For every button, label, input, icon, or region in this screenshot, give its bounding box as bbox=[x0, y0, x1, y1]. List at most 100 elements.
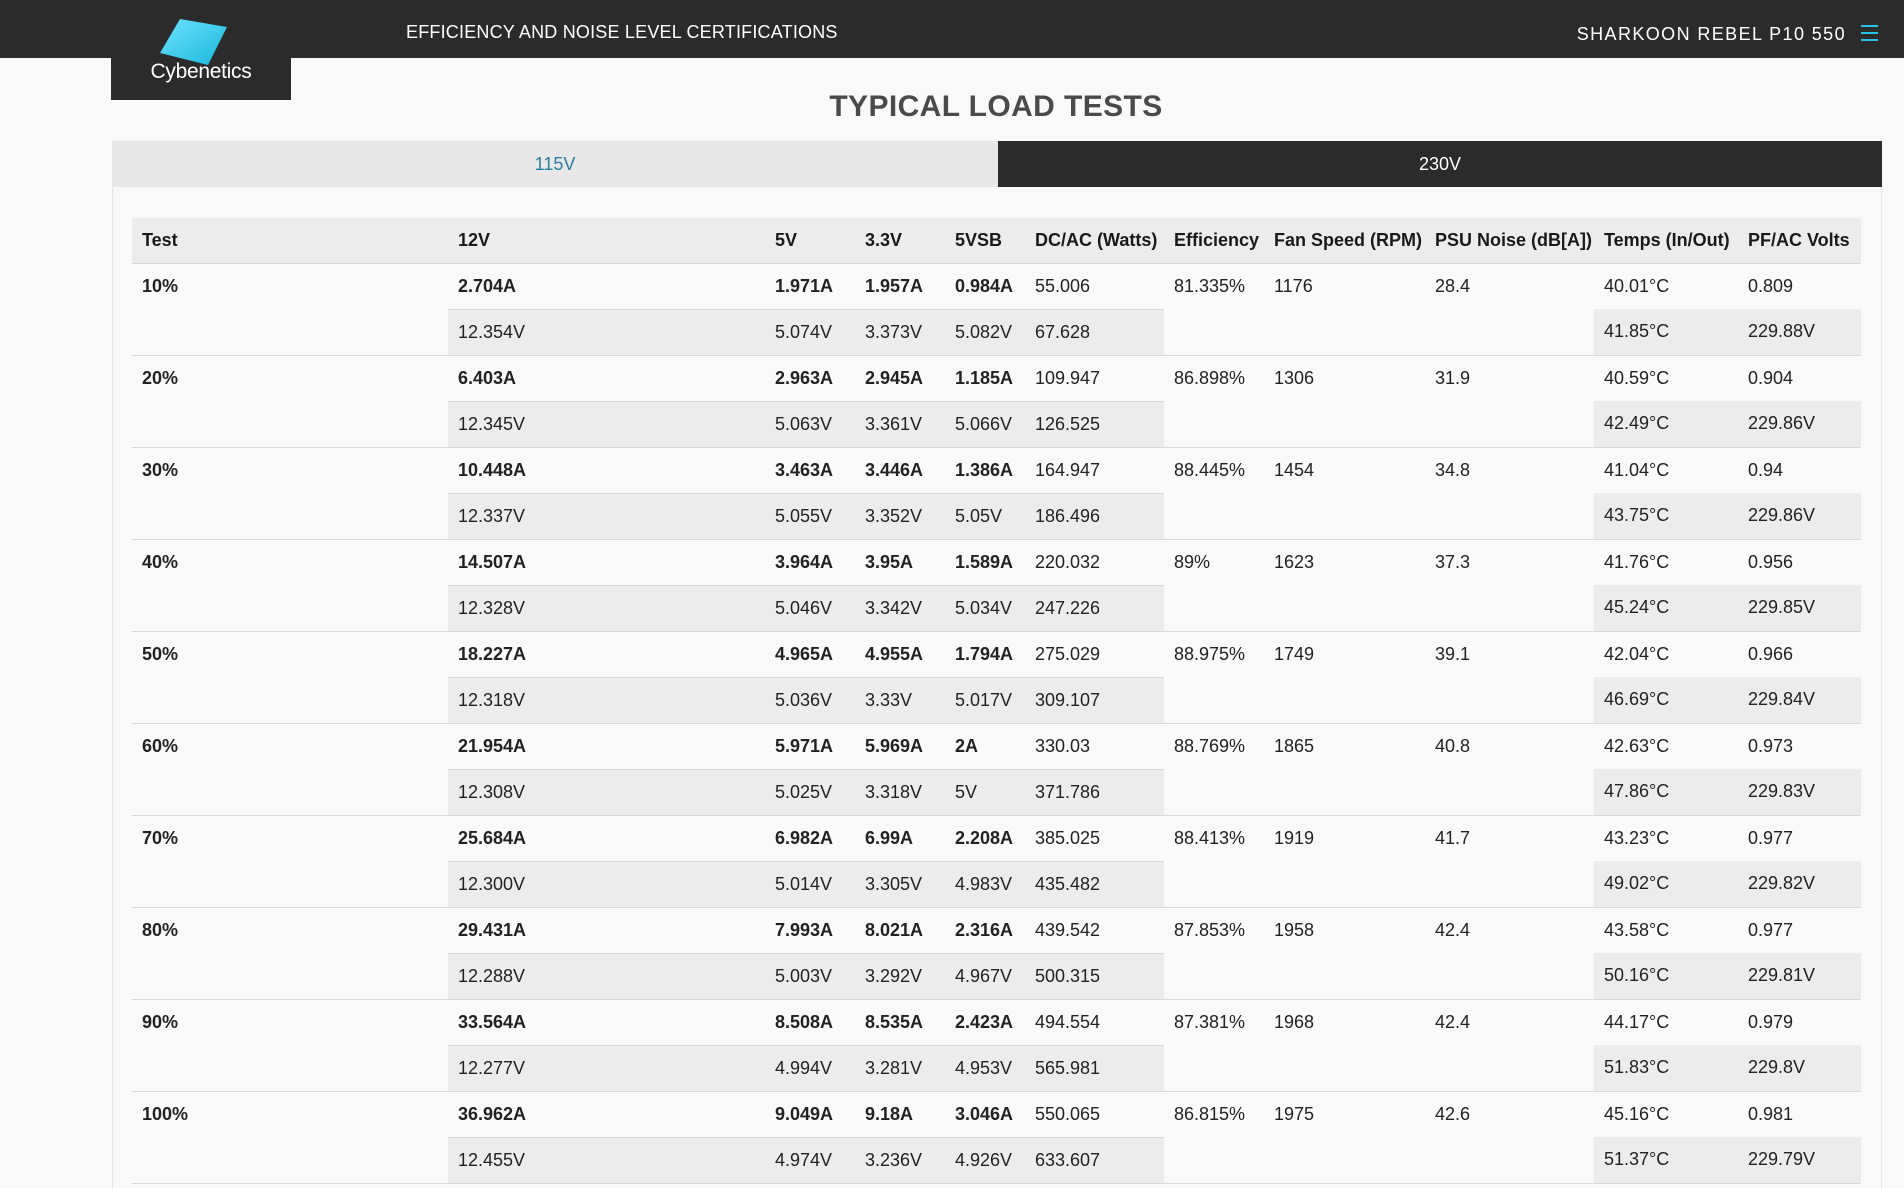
cell-dc-watts: 55.006 bbox=[1025, 262, 1164, 309]
cell-empty bbox=[1425, 769, 1594, 815]
logo-diamond-icon bbox=[160, 19, 227, 65]
cell-temp-out: 50.16°C bbox=[1594, 953, 1738, 999]
cell-5v-voltage: 5.046V bbox=[765, 584, 855, 631]
cell-empty bbox=[1425, 401, 1594, 447]
cell-empty bbox=[132, 953, 448, 999]
cell-12v-current: 33.564A bbox=[448, 998, 765, 1045]
cell-efficiency: 88.445% bbox=[1164, 446, 1264, 493]
cell-5vsb-current: 2.423A bbox=[945, 998, 1025, 1045]
cell-empty bbox=[1164, 1045, 1264, 1091]
cell-5v-voltage: 5.003V bbox=[765, 952, 855, 999]
column-header-3-3v: 3.3V bbox=[855, 218, 945, 264]
cell-empty bbox=[1164, 401, 1264, 447]
cell-temp-in: 41.76°C bbox=[1594, 538, 1738, 585]
cell-ac-watts: 67.628 bbox=[1025, 308, 1164, 355]
cell-dc-watts: 220.032 bbox=[1025, 538, 1164, 585]
cell-fan-speed: 1454 bbox=[1264, 446, 1425, 493]
cell-fan-speed: 1958 bbox=[1264, 906, 1425, 953]
table-row: 90% 33.564A 8.508A 8.535A 2.423A 494.554 87.38… bbox=[132, 998, 1861, 1045]
cell-empty bbox=[132, 493, 448, 539]
cell-efficiency: 86.898% bbox=[1164, 354, 1264, 401]
cell-ac-volts: 229.81V bbox=[1738, 953, 1861, 999]
cell-power-factor: 0.904 bbox=[1738, 354, 1861, 401]
cell-ac-watts: 247.226 bbox=[1025, 584, 1164, 631]
nav-title[interactable]: EFFICIENCY AND NOISE LEVEL CERTIFICATION… bbox=[406, 22, 838, 43]
cell-ac-volts: 229.83V bbox=[1738, 769, 1861, 815]
cell-power-factor: 0.809 bbox=[1738, 262, 1861, 309]
cell-fan-speed: 1306 bbox=[1264, 354, 1425, 401]
cell-fan-speed: 1749 bbox=[1264, 630, 1425, 677]
cell-5v-current: 3.463A bbox=[765, 446, 855, 493]
cell-efficiency: 89% bbox=[1164, 538, 1264, 585]
cell-psu-noise: 39.1 bbox=[1425, 630, 1594, 677]
hamburger-menu-icon[interactable] bbox=[1861, 25, 1878, 41]
cell-12v-current: 6.403A bbox=[448, 354, 765, 401]
cell-12v-current: 36.962A bbox=[448, 1090, 765, 1137]
cybenetics-logo[interactable]: Cybenetics bbox=[111, 0, 291, 100]
cell-5v-current: 8.508A bbox=[765, 998, 855, 1045]
cell-test-level: 100% bbox=[132, 1090, 448, 1137]
cell-5vsb-current: 1.185A bbox=[945, 354, 1025, 401]
cell-psu-noise: 41.7 bbox=[1425, 814, 1594, 861]
cell-fan-speed: 1623 bbox=[1264, 538, 1425, 585]
cell-3-3v-current: 4.955A bbox=[855, 630, 945, 677]
table-row-secondary: 12.328V 5.046V 3.342V 5.034V 247.226 45.24°C 2… bbox=[132, 584, 1861, 631]
table-row: 10% 2.704A 1.971A 1.957A 0.984A 55.006 81.335%… bbox=[132, 262, 1861, 309]
cell-ac-volts: 229.84V bbox=[1738, 677, 1861, 723]
cell-3-3v-current: 5.969A bbox=[855, 722, 945, 769]
cell-efficiency: 88.769% bbox=[1164, 722, 1264, 769]
cell-ac-volts: 229.86V bbox=[1738, 401, 1861, 447]
cell-5vsb-current: 2.208A bbox=[945, 814, 1025, 861]
cell-3-3v-voltage: 3.361V bbox=[855, 400, 945, 447]
cell-5v-voltage: 5.063V bbox=[765, 400, 855, 447]
cell-5v-voltage: 4.994V bbox=[765, 1044, 855, 1091]
cell-3-3v-voltage: 3.318V bbox=[855, 768, 945, 815]
cell-temp-out: 41.85°C bbox=[1594, 309, 1738, 355]
tab-230v[interactable]: 230V bbox=[998, 141, 1882, 187]
cell-5v-voltage: 5.025V bbox=[765, 768, 855, 815]
cell-3-3v-voltage: 3.292V bbox=[855, 952, 945, 999]
cell-temp-out: 42.49°C bbox=[1594, 401, 1738, 447]
cell-fan-speed: 1865 bbox=[1264, 722, 1425, 769]
table-row-secondary: 12.288V 5.003V 3.292V 4.967V 500.315 50.16°C 2… bbox=[132, 952, 1861, 999]
cell-temp-out: 51.83°C bbox=[1594, 1045, 1738, 1091]
cell-empty bbox=[1425, 677, 1594, 723]
cell-5vsb-current: 1.794A bbox=[945, 630, 1025, 677]
cell-temp-in: 45.16°C bbox=[1594, 1090, 1738, 1137]
cell-5vsb-current: 2A bbox=[945, 722, 1025, 769]
cell-ac-volts: 229.86V bbox=[1738, 493, 1861, 539]
cell-5vsb-current: 0.984A bbox=[945, 262, 1025, 309]
cell-5v-current: 7.993A bbox=[765, 906, 855, 953]
cell-ac-watts: 435.482 bbox=[1025, 860, 1164, 907]
cell-empty bbox=[1425, 585, 1594, 631]
cell-temp-out: 45.24°C bbox=[1594, 585, 1738, 631]
cell-empty bbox=[1425, 1045, 1594, 1091]
cell-ac-watts: 633.607 bbox=[1025, 1136, 1164, 1184]
cell-5v-current: 6.982A bbox=[765, 814, 855, 861]
cell-5v-voltage: 5.074V bbox=[765, 308, 855, 355]
table-row-secondary: 12.337V 5.055V 3.352V 5.05V 186.496 43.75°C 22… bbox=[132, 492, 1861, 539]
cell-12v-voltage: 12.354V bbox=[448, 308, 765, 355]
cell-test-level: 40% bbox=[132, 538, 448, 585]
cell-5v-current: 1.971A bbox=[765, 262, 855, 309]
cell-5vsb-voltage: 5.082V bbox=[945, 308, 1025, 355]
cell-3-3v-voltage: 3.352V bbox=[855, 492, 945, 539]
cell-empty bbox=[1425, 953, 1594, 999]
cell-empty bbox=[1164, 1137, 1264, 1184]
cell-dc-watts: 275.029 bbox=[1025, 630, 1164, 677]
cell-12v-current: 29.431A bbox=[448, 906, 765, 953]
column-header-dc-ac: DC/AC (Watts) bbox=[1025, 218, 1164, 264]
cell-12v-current: 21.954A bbox=[448, 722, 765, 769]
cell-ac-watts: 126.525 bbox=[1025, 400, 1164, 447]
cell-psu-noise: 28.4 bbox=[1425, 262, 1594, 309]
cell-test-level: 20% bbox=[132, 354, 448, 401]
cell-5v-current: 9.049A bbox=[765, 1090, 855, 1137]
cell-fan-speed: 1975 bbox=[1264, 1090, 1425, 1137]
cell-temp-out: 46.69°C bbox=[1594, 677, 1738, 723]
column-header-efficiency: Efficiency bbox=[1164, 218, 1264, 264]
cell-empty bbox=[132, 401, 448, 447]
cell-5vsb-current: 2.316A bbox=[945, 906, 1025, 953]
tab-115v[interactable]: 115V bbox=[112, 141, 998, 187]
product-name[interactable]: SHARKOON REBEL P10 550 bbox=[1577, 24, 1846, 45]
cell-dc-watts: 385.025 bbox=[1025, 814, 1164, 861]
